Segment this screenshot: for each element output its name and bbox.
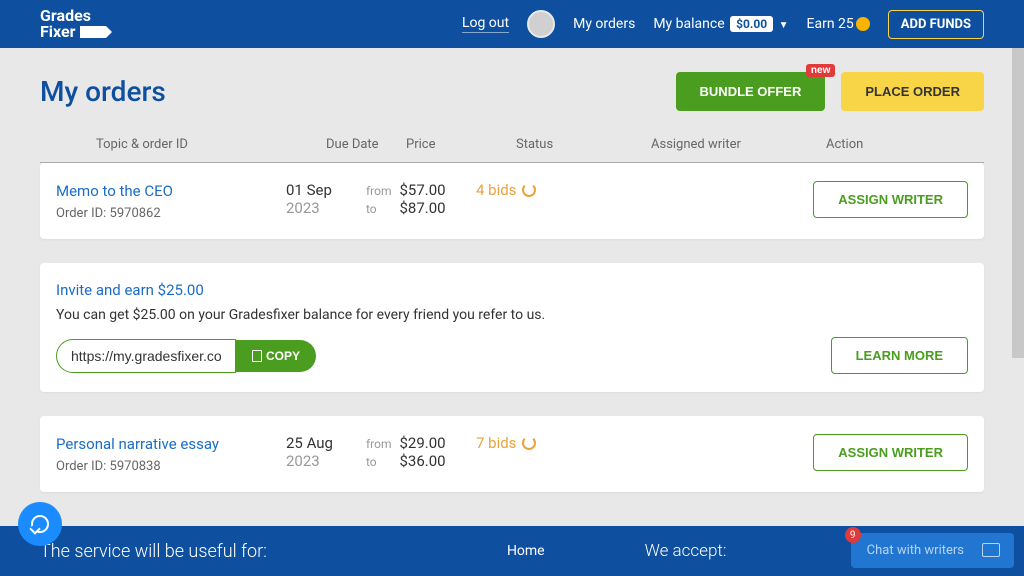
due-date: 25 Aug <box>286 434 366 452</box>
chat-notification-badge: 9 <box>845 527 861 543</box>
avatar[interactable] <box>527 10 555 38</box>
order-title-link[interactable]: Personal narrative essay <box>56 435 219 453</box>
coin-icon <box>856 17 870 31</box>
logo[interactable]: Grades Fixer <box>40 8 106 40</box>
top-navigation: Grades Fixer Log out My orders My balanc… <box>0 0 1024 48</box>
loading-spinner-icon <box>522 436 536 450</box>
scrollbar[interactable] <box>1012 48 1024 358</box>
earn-link[interactable]: Earn 25 <box>807 16 870 32</box>
logout-link[interactable]: Log out <box>462 15 509 33</box>
chat-icon <box>982 543 1000 557</box>
column-price: Price <box>406 137 516 152</box>
footer-accept-text: We accept: <box>645 541 727 561</box>
bids-count: 7 bids <box>476 434 516 452</box>
column-action: Action <box>826 137 928 152</box>
chat-widget[interactable]: 9 Chat with writers <box>851 533 1014 568</box>
footer-home-link[interactable]: Home <box>507 543 545 559</box>
assign-writer-button[interactable]: ASSIGN WRITER <box>813 181 968 218</box>
column-status: Status <box>516 137 651 152</box>
due-year: 2023 <box>286 199 366 217</box>
order-id: Order ID: 5970838 <box>56 459 286 474</box>
my-balance-link[interactable]: My balance $0.00 ▼ <box>653 16 788 32</box>
invite-text: You can get $25.00 on your Gradesfixer b… <box>56 307 968 323</box>
balance-amount: $0.00 <box>730 16 773 32</box>
my-orders-link[interactable]: My orders <box>573 16 635 32</box>
new-badge: new <box>806 64 835 77</box>
page-header: My orders BUNDLE OFFER new PLACE ORDER <box>0 48 1024 127</box>
page-title: My orders <box>40 75 166 108</box>
chevron-down-icon: ▼ <box>779 20 789 31</box>
order-id: Order ID: 5970862 <box>56 206 286 221</box>
copy-icon <box>252 350 262 362</box>
loading-spinner-icon <box>522 183 536 197</box>
assign-writer-button[interactable]: ASSIGN WRITER <box>813 434 968 471</box>
order-title-link[interactable]: Memo to the CEO <box>56 182 173 200</box>
chat-bubble-icon <box>31 515 49 533</box>
column-topic: Topic & order ID <box>96 137 326 152</box>
column-writer: Assigned writer <box>651 137 826 152</box>
logo-arrow-icon <box>80 26 106 38</box>
invite-card: Invite and earn $25.00 You can get $25.0… <box>40 263 984 392</box>
order-card: Personal narrative essay Order ID: 59708… <box>40 416 984 492</box>
bids-count: 4 bids <box>476 181 516 199</box>
referral-url-input[interactable] <box>56 339 236 373</box>
copy-button[interactable]: COPY <box>236 340 316 372</box>
add-funds-button[interactable]: ADD FUNDS <box>888 10 984 39</box>
help-fab-button[interactable] <box>18 502 62 546</box>
due-date: 01 Sep <box>286 181 366 199</box>
order-card: Memo to the CEO Order ID: 5970862 01 Sep… <box>40 163 984 239</box>
place-order-button[interactable]: PLACE ORDER <box>841 72 984 111</box>
bundle-offer-button[interactable]: BUNDLE OFFER new <box>676 72 826 111</box>
column-due: Due Date <box>326 137 406 152</box>
table-header: Topic & order ID Due Date Price Status A… <box>40 127 984 163</box>
invite-title: Invite and earn $25.00 <box>56 281 968 299</box>
footer-service-text: The service will be useful for: <box>40 541 267 562</box>
due-year: 2023 <box>286 452 366 470</box>
learn-more-button[interactable]: LEARN MORE <box>831 337 968 374</box>
